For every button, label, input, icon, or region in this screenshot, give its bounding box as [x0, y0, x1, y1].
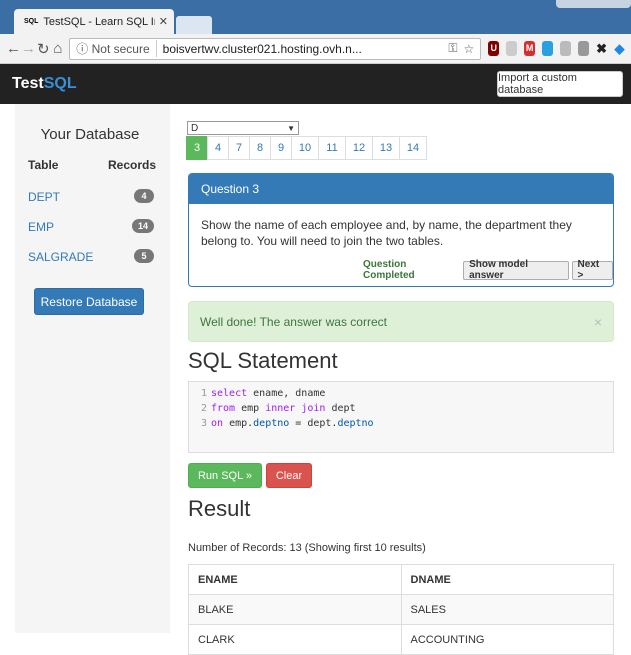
code-line: 2 from emp inner join dept — [200, 403, 356, 414]
show-model-answer-button[interactable]: Show model answer — [463, 259, 569, 281]
record-count-badge: 5 — [134, 249, 154, 263]
browser-toolbar: ← → ↻ ⌂ ⓘ Not secure boisvertwv.cluster0… — [0, 34, 631, 64]
record-count-badge: 14 — [132, 219, 154, 233]
url-text: boisvertwv.cluster021.hosting.ovh.n... — [162, 41, 362, 56]
gmail-extension-icon[interactable]: M — [524, 41, 536, 56]
question-actions: Question Completed Show model answer Nex… — [363, 259, 613, 281]
question-tab-14[interactable]: 14 — [399, 136, 427, 160]
question-tab-12[interactable]: 12 — [345, 136, 373, 160]
new-tab-button[interactable] — [176, 16, 212, 34]
brand-logo[interactable]: TestSQL — [12, 75, 77, 93]
code-line: 3 on emp.deptno = dept.deptno — [200, 418, 374, 429]
forward-arrow-icon[interactable]: → — [21, 40, 36, 57]
back-arrow-icon[interactable]: ← — [6, 40, 21, 57]
next-question-button[interactable]: Next > — [571, 259, 613, 281]
question-panel: Question 3 Show the name of each employe… — [188, 173, 614, 287]
sql-statement-heading: SQL Statement — [188, 348, 338, 373]
database-select-value: D — [191, 122, 199, 134]
clear-button[interactable]: Clear — [266, 463, 312, 488]
question-tab-7[interactable]: 7 — [228, 136, 250, 160]
question-title: Question 3 — [189, 174, 613, 204]
info-icon: ⓘ — [76, 42, 89, 56]
question-tab-9[interactable]: 9 — [270, 136, 292, 160]
table-cell: ACCOUNTING — [400, 624, 614, 655]
table-row: BLAKE SALES — [188, 594, 614, 625]
sql-favicon-icon: SQL — [24, 18, 39, 25]
code-line: 1 select ename, dname — [200, 388, 326, 399]
home-icon[interactable]: ⌂ — [51, 40, 66, 57]
question-tabs: 3 4 7 8 9 10 11 12 13 14 — [186, 136, 427, 160]
star-icon[interactable]: ☆ — [463, 42, 474, 56]
close-tab-icon[interactable]: ✕ — [159, 15, 168, 28]
extension-x-icon[interactable]: ✖ — [596, 41, 607, 56]
address-bar[interactable]: ⓘ Not secure boisvertwv.cluster021.hosti… — [69, 37, 482, 60]
database-sidebar — [15, 104, 170, 633]
table-cell: CLARK — [188, 624, 402, 655]
ublock-extension-icon[interactable]: U — [488, 41, 500, 56]
database-select[interactable]: D ▼ — [187, 121, 299, 135]
question-tab-10[interactable]: 10 — [291, 136, 319, 160]
sidebar-table-emp[interactable]: EMP — [28, 220, 54, 234]
sidebar-title: Your Database — [40, 126, 140, 143]
key-icon[interactable]: ⚿ — [448, 41, 457, 56]
sidebar-table-dept[interactable]: DEPT — [28, 190, 60, 204]
table-row: CLARK ACCOUNTING — [188, 624, 614, 655]
restore-database-button[interactable]: Restore Database — [34, 288, 144, 315]
sql-editor[interactable]: 1 select ename, dname 2 from emp inner joi… — [188, 381, 614, 453]
browser-tab-title: TestSQL - Learn SQL Inte — [43, 15, 154, 28]
alert-message: Well done! The answer was correct — [200, 314, 387, 329]
question-tab-3[interactable]: 3 — [186, 136, 208, 160]
question-text: Show the name of each employee and, by n… — [201, 218, 572, 248]
browser-tab[interactable]: SQL TestSQL - Learn SQL Inte ✕ — [14, 9, 174, 34]
run-sql-button[interactable]: Run SQL » — [188, 463, 262, 488]
reload-icon[interactable]: ↻ — [36, 40, 51, 58]
table-cell: SALES — [400, 594, 614, 625]
record-count-badge: 4 — [134, 189, 154, 203]
success-alert: Well done! The answer was correct × — [188, 301, 614, 342]
import-database-button[interactable]: Import a custom database — [497, 71, 623, 97]
result-table: ENAME DNAME BLAKE SALES CLARK ACCOUNTING — [188, 564, 614, 655]
question-completed-label: Question Completed — [363, 259, 415, 281]
extension-cube-icon[interactable] — [506, 41, 518, 56]
window-controls[interactable] — [556, 0, 631, 8]
close-icon[interactable]: × — [594, 314, 602, 330]
sidebar-col-table: Table — [28, 158, 59, 172]
question-tab-8[interactable]: 8 — [249, 136, 271, 160]
extension-gray-icon[interactable] — [560, 41, 572, 56]
question-tab-13[interactable]: 13 — [372, 136, 400, 160]
column-header-dname: DNAME — [400, 564, 614, 595]
question-tab-4[interactable]: 4 — [207, 136, 229, 160]
column-header-ename: ENAME — [188, 564, 402, 595]
security-indicator[interactable]: ⓘ Not secure — [76, 40, 157, 57]
table-cell: BLAKE — [188, 594, 402, 625]
sidebar-col-records: Records — [108, 158, 157, 172]
sidebar-table-salgrade[interactable]: SALGRADE — [28, 250, 93, 264]
extension-grid-icon[interactable] — [578, 41, 590, 56]
extension-photo-icon[interactable] — [542, 41, 554, 56]
dropdown-arrow-icon: ▼ — [287, 123, 295, 133]
extension-diamond-icon[interactable]: ◆ — [614, 41, 625, 56]
table-header-row: ENAME DNAME — [188, 564, 614, 595]
record-count-text: Number of Records: 13 (Showing first 10 … — [188, 542, 426, 554]
result-heading: Result — [188, 496, 251, 521]
question-tab-11[interactable]: 11 — [318, 136, 346, 160]
